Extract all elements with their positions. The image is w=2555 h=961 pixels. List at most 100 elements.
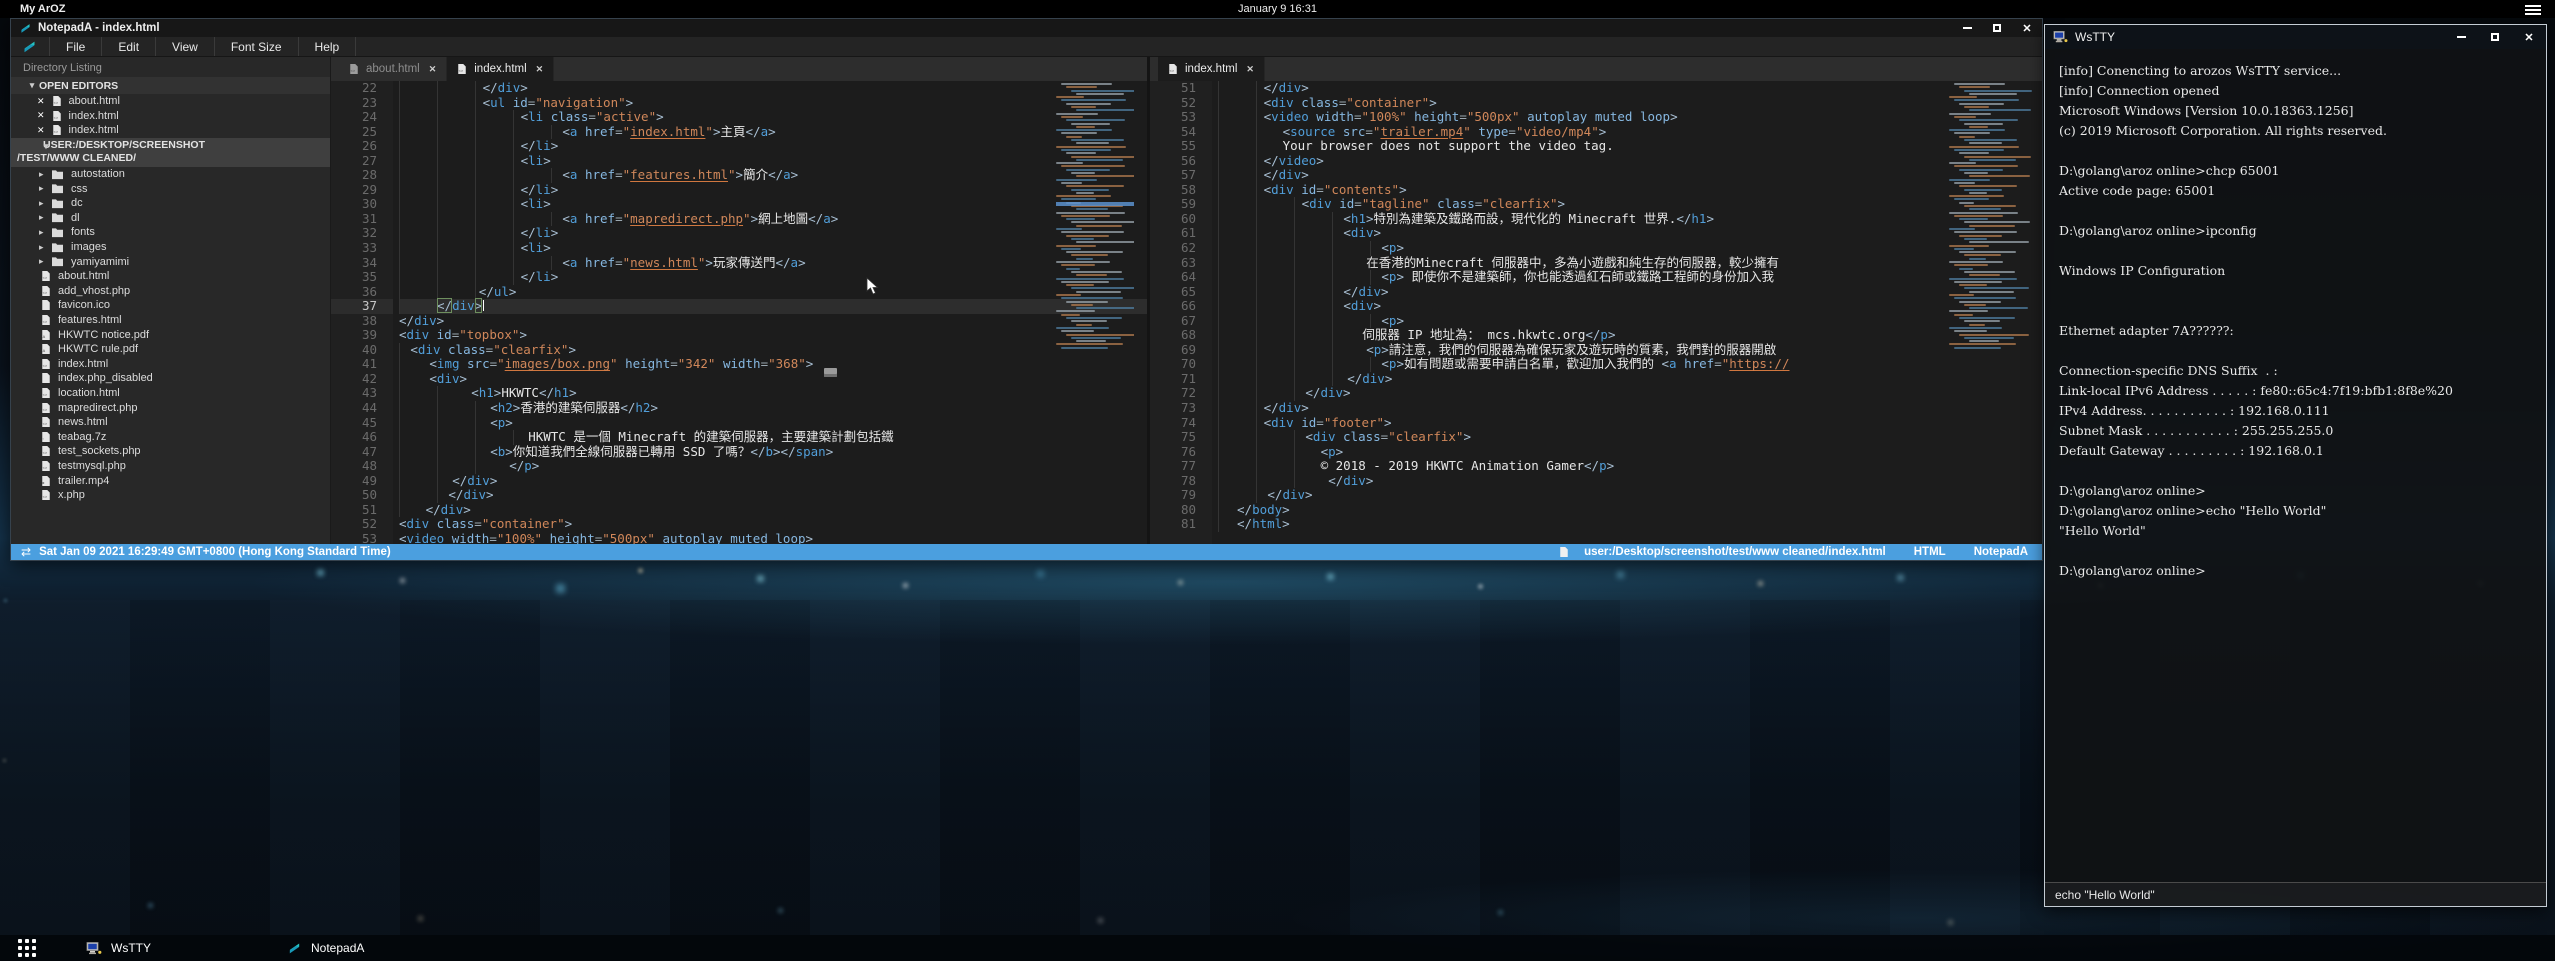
code-line[interactable]: </div> [1218, 488, 2042, 503]
file-item-testmysql-php[interactable]: <>testmysql.php [11, 459, 330, 474]
code-line[interactable]: 伺服器 IP 地址為： mcs.hkwtc.org</p> [1218, 328, 2042, 343]
code-line[interactable]: <video width="100%" height="500px" autop… [1218, 110, 2042, 125]
open-editor-item[interactable]: ✕<>about.html [11, 94, 330, 109]
file-item-favicon-ico[interactable]: favicon.ico [11, 298, 330, 313]
open-editors-header[interactable]: ▾OPEN EDITORS [11, 77, 330, 94]
terminal-input[interactable]: echo "Hello World" [2045, 882, 2546, 906]
code-line[interactable]: <b>你知道我們全線伺服器已轉用 SSD 了嗎？</b></span> [399, 445, 1147, 460]
close-button[interactable]: ✕ [2012, 19, 2042, 37]
file-item-index-html[interactable]: <>index.html [11, 357, 330, 372]
code-line[interactable]: <div id="tagline" class="clearfix"> [1218, 197, 2042, 212]
code-line[interactable]: <a href="features.html">簡介</a> [399, 168, 1147, 183]
code-line[interactable]: <source src="trailer.mp4" type="video/mp… [1218, 125, 2042, 140]
folder-item-css[interactable]: ▸css [11, 181, 330, 196]
code-line[interactable]: HKWTC 是一個 Minecraft 的建築伺服器，主要建築計劃包括鐵 [399, 430, 1147, 445]
tree-root-header[interactable]: ▾USER:/DESKTOP/SCREENSHOT/TEST/WWW CLEAN… [11, 138, 330, 167]
taskbar-item-notepada[interactable]: NotepadA [277, 935, 374, 961]
tab-close-icon[interactable]: ✕ [536, 64, 544, 75]
file-item-news-html[interactable]: <>news.html [11, 415, 330, 430]
code-line[interactable]: </div> [1218, 81, 2042, 96]
code-line[interactable]: <div> [1218, 299, 2042, 314]
code-line[interactable]: </ul> [399, 285, 1147, 300]
caret-right-icon[interactable]: ▸ [39, 256, 51, 267]
file-item-HKWTC-rule-pdf[interactable]: AHKWTC rule.pdf [11, 342, 330, 357]
file-item-x-php[interactable]: <>x.php [11, 488, 330, 503]
code-line[interactable]: <p> [399, 416, 1147, 431]
code-line[interactable]: <div id="contents"> [1218, 183, 2042, 198]
code-line[interactable]: <p> 即使你不是建築師，你也能透過紅石師或鐵路工程師的身份加入我 [1218, 270, 2042, 285]
code-line[interactable]: </div> [399, 474, 1147, 489]
code-line[interactable]: </div> [399, 314, 1147, 329]
pane-splitter-handle[interactable] [824, 368, 837, 377]
folder-item-autostation[interactable]: ▸autostation [11, 167, 330, 182]
file-item-about-html[interactable]: <>about.html [11, 269, 330, 284]
caret-right-icon[interactable]: ▸ [39, 212, 51, 223]
code-line[interactable]: <li> [399, 241, 1147, 256]
code-line[interactable]: <div class="container"> [399, 517, 1147, 532]
code-line[interactable]: <img src="images/box.png" height="342" w… [399, 357, 1147, 372]
code-line[interactable]: </div> [1218, 372, 2042, 387]
code-line[interactable]: <ul id="navigation"> [399, 96, 1147, 111]
tab-close-icon[interactable]: ✕ [1246, 64, 1254, 75]
tab-close-icon[interactable]: ✕ [429, 64, 437, 75]
code-line[interactable]: <h2>香港的建築伺服器</h2> [399, 401, 1147, 416]
code-line[interactable]: <div class="clearfix"> [1218, 430, 2042, 445]
folder-item-dc[interactable]: ▸dc [11, 196, 330, 211]
caret-right-icon[interactable]: ▸ [39, 198, 51, 209]
file-item-add-vhost-php[interactable]: <>add_vhost.php [11, 284, 330, 299]
code-line[interactable]: </video> [1218, 154, 2042, 169]
open-editor-item[interactable]: ✕<>index.html [11, 123, 330, 138]
code-line[interactable]: © 2018 - 2019 HKWTC Animation Gamer</p> [1218, 459, 2042, 474]
close-button[interactable]: ✕ [2512, 25, 2546, 49]
code-line[interactable]: </div> [399, 488, 1147, 503]
code-line[interactable]: </body> [1218, 503, 2042, 518]
code-line[interactable]: <a href="index.html">主頁</a> [399, 125, 1147, 140]
code-line[interactable]: <div class="container"> [1218, 96, 2042, 111]
code-line[interactable]: </p> [399, 459, 1147, 474]
code-line[interactable]: <div> [399, 372, 1147, 387]
tab-about.html[interactable]: <>about.html✕ [339, 57, 447, 81]
code-line[interactable]: <div class="clearfix"> [399, 343, 1147, 358]
code-line[interactable]: <div id="footer"> [1218, 416, 2042, 431]
file-item-teabag-7z[interactable]: ▫teabag.7z [11, 429, 330, 444]
close-icon[interactable]: ✕ [37, 110, 45, 121]
taskbar-item-wstty[interactable]: WsTTY [76, 935, 161, 961]
minimap[interactable] [1949, 83, 2034, 369]
caret-right-icon[interactable]: ▸ [39, 242, 51, 253]
close-icon[interactable]: ✕ [37, 96, 45, 107]
minimap[interactable] [1056, 83, 1134, 369]
code-line[interactable]: <li class="active"> [399, 110, 1147, 125]
notepada-titlebar[interactable]: NotepadA - index.html ✕ [11, 19, 2042, 37]
folder-item-images[interactable]: ▸images [11, 240, 330, 255]
code-line[interactable]: </li> [399, 183, 1147, 198]
menu-font-size[interactable]: Font Size [214, 37, 298, 56]
file-item-HKWTC-notice-pdf[interactable]: AHKWTC notice.pdf [11, 327, 330, 342]
caret-right-icon[interactable]: ▸ [39, 183, 51, 194]
wstty-titlebar[interactable]: WsTTY ✕ [2045, 25, 2546, 49]
code-line[interactable]: <p> [1218, 445, 2042, 460]
file-item-test-sockets-php[interactable]: <>test_sockets.php [11, 444, 330, 459]
status-language[interactable]: HTML [1914, 546, 1946, 558]
open-editor-item[interactable]: ✕<>index.html [11, 109, 330, 124]
code-line[interactable]: </div> [1218, 168, 2042, 183]
caret-right-icon[interactable]: ▸ [39, 169, 51, 180]
code-area[interactable]: </div><div class="container"><video widt… [1212, 81, 2042, 544]
minimize-button[interactable] [1952, 19, 1982, 37]
code-line[interactable]: <div> [1218, 226, 2042, 241]
code-line[interactable]: </div> [1218, 401, 2042, 416]
folder-item-dl[interactable]: ▸dl [11, 211, 330, 226]
file-item-index-php-disabled[interactable]: index.php_disabled [11, 371, 330, 386]
code-line[interactable]: <li> [399, 197, 1147, 212]
code-line[interactable]: </html> [1218, 517, 2042, 532]
code-line[interactable]: </li> [399, 226, 1147, 241]
tab-index.html[interactable]: <>index.html✕ [1158, 57, 1265, 81]
code-line[interactable]: </div> [1218, 386, 2042, 401]
menu-help[interactable]: Help [298, 37, 357, 56]
code-line[interactable]: <h1>HKWTC</h1> [399, 386, 1147, 401]
file-item-trailer-mp4[interactable]: ▸trailer.mp4 [11, 473, 330, 488]
code-line[interactable]: <div id="topbox"> [399, 328, 1147, 343]
app-grid-icon[interactable] [18, 939, 40, 957]
code-line[interactable]: </div> [399, 299, 1147, 314]
code-line[interactable]: <li> [399, 154, 1147, 169]
code-line[interactable]: </div> [1218, 474, 2042, 489]
